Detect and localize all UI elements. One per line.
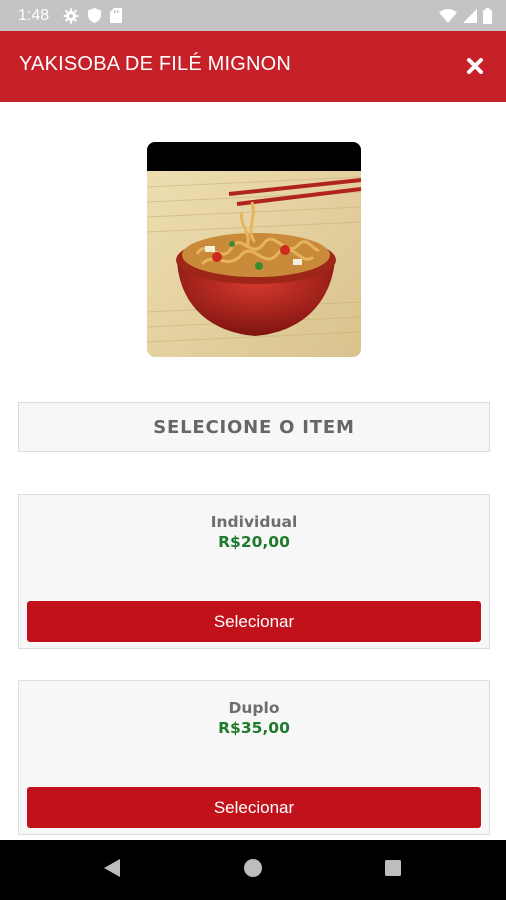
option-price: R$35,00 (218, 719, 290, 737)
wifi-icon (439, 8, 457, 23)
option-card-duplo: Duplo R$35,00 Selecionar (18, 680, 490, 835)
recents-icon (384, 859, 402, 881)
option-name: Duplo (228, 699, 280, 717)
select-item-header: SELECIONE O ITEM (18, 402, 490, 452)
status-left-icons (63, 8, 123, 24)
status-bar: 1:48 (0, 0, 506, 31)
sd-card-icon (110, 8, 123, 23)
status-time: 1:48 (18, 6, 50, 24)
page-title: YAKISOBA DE FILÉ MIGNON (19, 53, 292, 75)
battery-icon (483, 7, 492, 24)
settings-gear-icon (63, 8, 79, 24)
product-image (147, 142, 361, 357)
main-content: SELECIONE O ITEM Individual R$20,00 Sele… (0, 102, 506, 840)
home-icon (243, 858, 263, 882)
shield-icon (88, 8, 102, 23)
back-icon (103, 858, 121, 882)
select-button-duplo[interactable]: Selecionar (27, 787, 481, 828)
system-nav-bar (0, 840, 506, 900)
close-button[interactable] (464, 57, 486, 79)
app-header: YAKISOBA DE FILÉ MIGNON (0, 31, 506, 102)
status-right-icons (439, 7, 492, 24)
nav-recents-button[interactable] (383, 860, 403, 880)
nav-home-button[interactable] (243, 858, 263, 882)
option-name: Individual (210, 513, 298, 531)
option-card-individual: Individual R$20,00 Selecionar (18, 494, 490, 649)
signal-icon (463, 8, 477, 23)
option-price: R$20,00 (218, 533, 290, 551)
nav-back-button[interactable] (102, 858, 122, 882)
close-icon (467, 58, 483, 78)
select-button-individual[interactable]: Selecionar (27, 601, 481, 642)
